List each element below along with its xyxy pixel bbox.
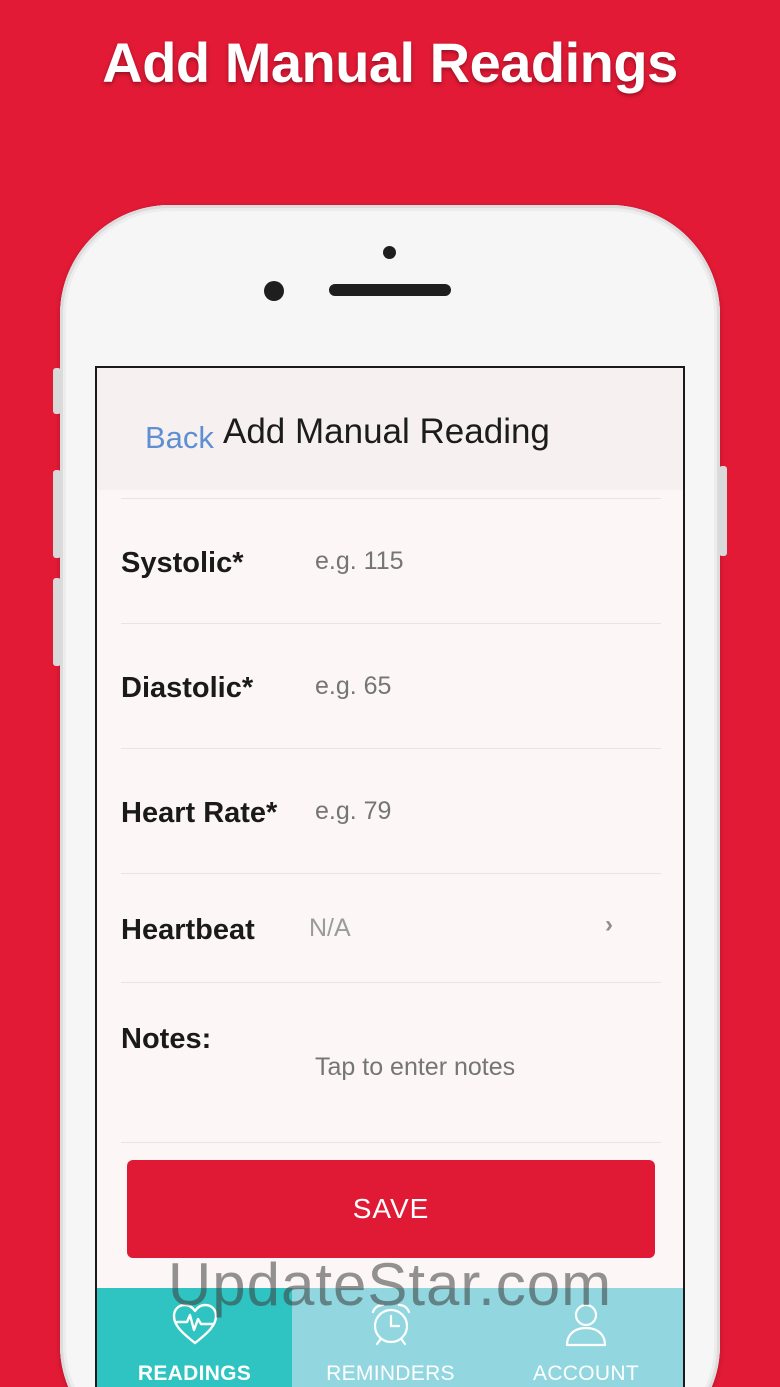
heartbeat-label: Heartbeat	[121, 914, 255, 946]
alarm-clock-icon	[368, 1302, 414, 1351]
heartbeat-row[interactable]: Heartbeat N/A ›	[121, 873, 661, 982]
page-title: Add Manual Reading	[223, 412, 550, 451]
notes-bottom-divider	[121, 1142, 661, 1143]
navigation-bar: Back Add Manual Reading	[97, 368, 683, 490]
heartbeat-value: N/A	[309, 914, 351, 942]
save-button[interactable]: SAVE	[127, 1160, 655, 1258]
tab-bar: READINGS REMINDERS ACCOUNT	[97, 1288, 683, 1387]
systolic-row[interactable]: Systolic*	[121, 498, 661, 623]
systolic-label: Systolic*	[121, 547, 244, 579]
notes-row[interactable]: Notes:	[121, 982, 661, 1142]
heart-rate-label: Heart Rate*	[121, 797, 278, 829]
diastolic-input[interactable]	[315, 672, 635, 701]
heart-rate-row[interactable]: Heart Rate*	[121, 748, 661, 873]
phone-speaker	[329, 284, 451, 296]
tab-reminders-label: REMINDERS	[326, 1362, 455, 1385]
back-button[interactable]: Back	[145, 420, 214, 456]
tab-account[interactable]: ACCOUNT	[489, 1288, 683, 1387]
phone-sensor	[383, 246, 396, 259]
user-icon	[564, 1302, 608, 1353]
phone-camera	[264, 281, 284, 301]
heart-pulse-icon	[171, 1302, 219, 1351]
systolic-input[interactable]	[315, 547, 635, 576]
notes-label: Notes:	[121, 1023, 212, 1055]
tab-account-label: ACCOUNT	[533, 1362, 639, 1385]
chevron-right-icon: ›	[605, 911, 613, 938]
tab-reminders[interactable]: REMINDERS	[292, 1288, 489, 1387]
promo-title: Add Manual Readings	[102, 31, 678, 94]
tab-readings[interactable]: READINGS	[97, 1288, 292, 1387]
app-screen: Back Add Manual Reading Systolic* Diasto…	[95, 366, 685, 1387]
diastolic-row[interactable]: Diastolic*	[121, 623, 661, 748]
tab-readings-label: READINGS	[137, 1362, 252, 1385]
phone-power-button	[719, 466, 727, 556]
phone-mute-switch	[53, 368, 61, 414]
diastolic-label: Diastolic*	[121, 672, 254, 704]
heart-rate-input[interactable]	[315, 797, 635, 826]
notes-input[interactable]	[315, 1053, 635, 1082]
phone-volume-up	[53, 470, 61, 558]
phone-volume-down	[53, 578, 61, 666]
